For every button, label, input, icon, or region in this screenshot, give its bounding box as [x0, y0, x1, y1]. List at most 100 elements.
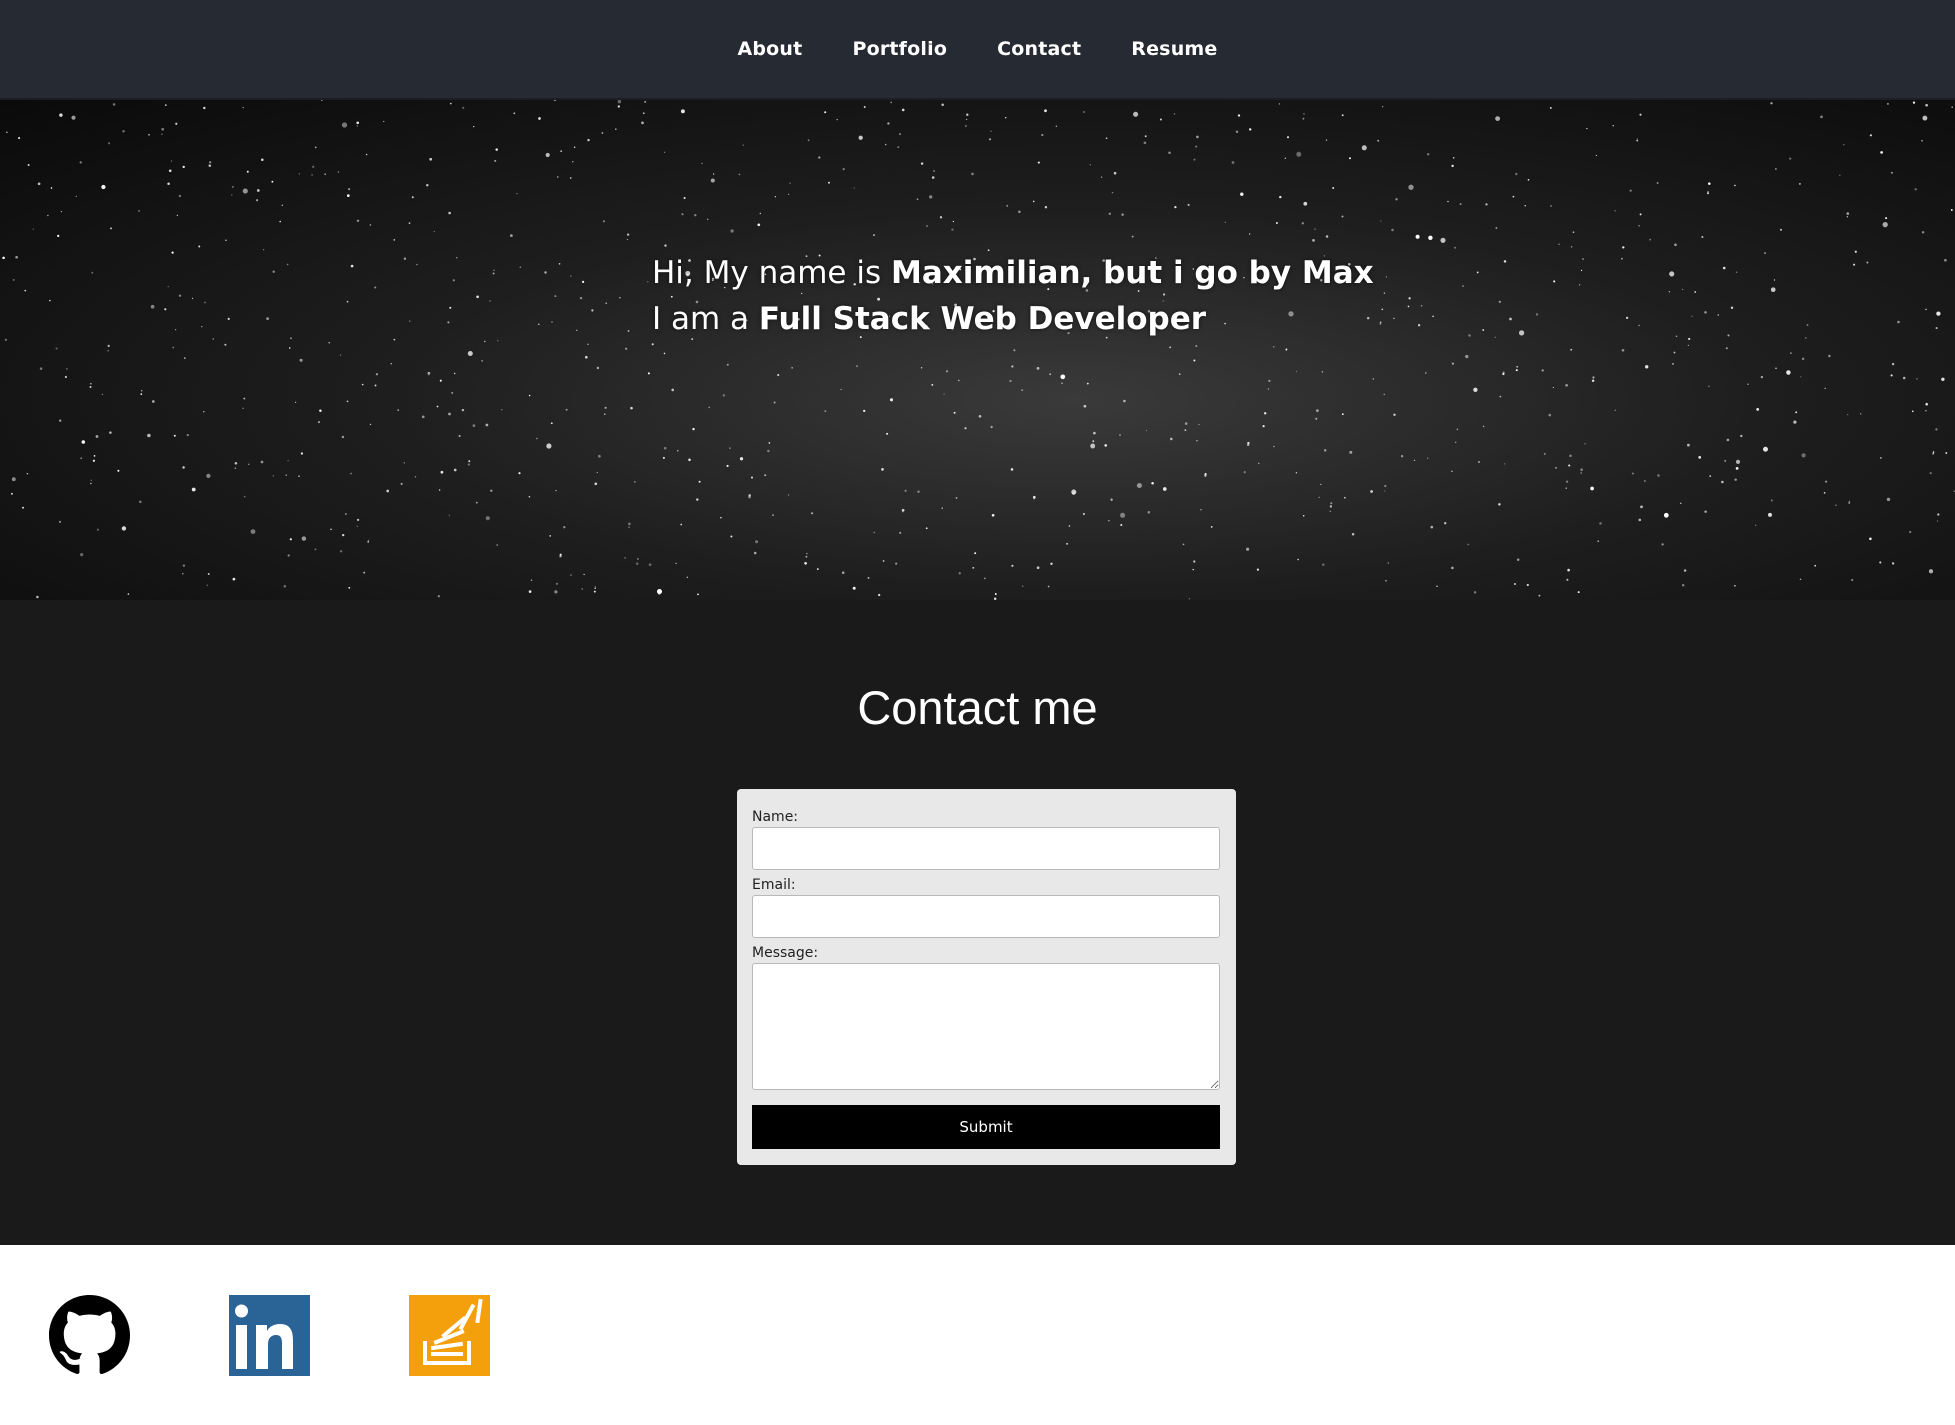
star — [1804, 337, 1807, 339]
star — [448, 412, 451, 416]
star — [657, 591, 661, 595]
stackoverflow-link[interactable] — [409, 1295, 490, 1376]
star — [467, 463, 470, 466]
star — [1885, 217, 1888, 220]
star — [242, 106, 244, 109]
star — [174, 329, 177, 331]
star — [604, 406, 607, 409]
star — [369, 224, 372, 226]
star — [1921, 139, 1923, 142]
star — [198, 245, 201, 248]
star — [58, 520, 62, 524]
star — [1854, 250, 1857, 253]
star — [1044, 109, 1047, 113]
star — [1516, 558, 1520, 561]
nav-link-contact[interactable]: Contact — [997, 38, 1081, 60]
star — [994, 593, 997, 595]
star — [1111, 191, 1114, 194]
star — [93, 455, 96, 457]
star — [920, 367, 923, 369]
star — [108, 142, 111, 145]
star — [122, 130, 125, 133]
star — [1361, 145, 1367, 151]
star — [1273, 346, 1275, 348]
star — [1143, 141, 1147, 145]
star — [805, 555, 808, 558]
star — [1477, 460, 1481, 464]
star — [497, 340, 499, 342]
hero-line-1-prefix: Hi, My name is — [652, 255, 891, 291]
submit-button[interactable]: Submit — [752, 1105, 1220, 1149]
star — [117, 469, 120, 472]
star — [390, 363, 392, 365]
star — [594, 586, 597, 588]
star — [1372, 378, 1374, 380]
star — [393, 239, 396, 241]
linkedin-link[interactable] — [229, 1295, 310, 1376]
star — [1413, 459, 1416, 462]
star — [206, 584, 208, 587]
star — [1734, 184, 1736, 187]
star — [964, 427, 967, 430]
star — [1612, 125, 1614, 127]
top-navbar: About Portfolio Contact Resume — [0, 0, 1955, 100]
star — [1941, 377, 1945, 381]
star — [1928, 569, 1934, 574]
star — [151, 400, 155, 403]
star — [671, 388, 674, 392]
star — [243, 397, 246, 400]
star — [901, 108, 905, 112]
star — [272, 475, 274, 477]
star — [1108, 212, 1111, 215]
star — [1159, 118, 1162, 121]
star — [738, 173, 741, 176]
star — [1592, 376, 1595, 379]
star — [24, 289, 27, 292]
nav-link-portfolio[interactable]: Portfolio — [852, 38, 947, 60]
star — [1708, 182, 1711, 185]
star — [1248, 128, 1252, 131]
star — [605, 302, 608, 305]
star — [172, 346, 175, 349]
star — [161, 133, 163, 136]
star — [1385, 276, 1388, 278]
star — [403, 257, 407, 260]
star — [1724, 460, 1727, 462]
email-input[interactable] — [752, 895, 1220, 938]
star — [92, 459, 96, 462]
star — [1570, 245, 1573, 248]
star — [1515, 369, 1518, 372]
star — [288, 347, 291, 349]
star — [773, 401, 776, 404]
starfield-background — [2, 100, 1955, 600]
star — [337, 171, 340, 173]
star — [1820, 115, 1823, 119]
star — [167, 182, 170, 185]
star — [492, 272, 495, 275]
star — [1944, 258, 1947, 262]
star — [642, 112, 645, 115]
star — [853, 187, 855, 189]
star — [321, 100, 323, 102]
star — [80, 552, 84, 557]
name-input[interactable] — [752, 827, 1220, 870]
star — [1400, 455, 1404, 458]
star — [1301, 222, 1304, 225]
message-textarea[interactable] — [752, 963, 1220, 1090]
github-link[interactable] — [49, 1295, 130, 1376]
star — [1036, 566, 1040, 570]
nav-link-about[interactable]: About — [737, 38, 802, 60]
star — [663, 151, 666, 154]
star — [411, 196, 414, 199]
star — [386, 489, 390, 493]
star — [1256, 568, 1259, 571]
star — [1295, 472, 1298, 474]
star — [346, 300, 349, 303]
star — [1916, 378, 1918, 380]
star — [433, 230, 435, 233]
nav-link-resume[interactable]: Resume — [1131, 38, 1217, 60]
star — [1727, 334, 1730, 337]
star — [663, 352, 666, 355]
star — [203, 106, 206, 110]
star — [1296, 151, 1302, 157]
